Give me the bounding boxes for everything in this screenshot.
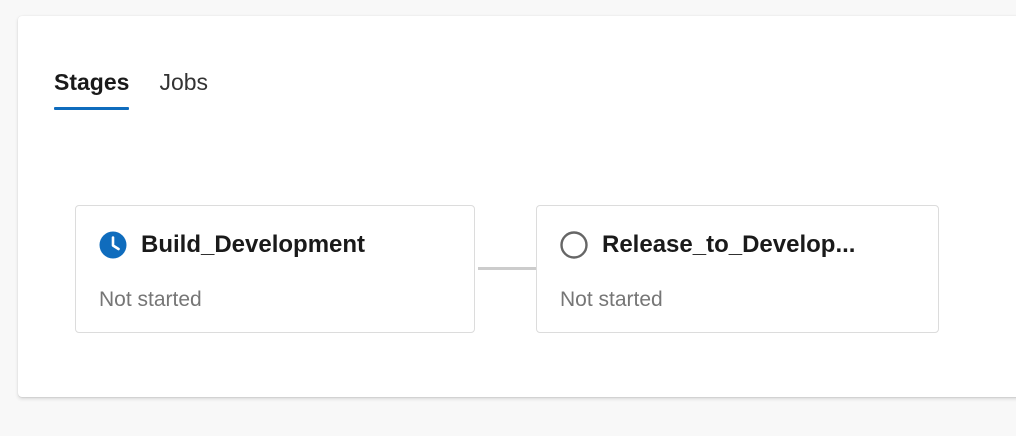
stage-name: Release_to_Develop... — [602, 231, 856, 258]
stage-connector — [478, 267, 536, 270]
tab-bar: Stages Jobs — [54, 68, 208, 110]
stage-status: Not started — [99, 288, 202, 311]
pipeline-panel: Stages Jobs Build_Development Not starte… — [18, 16, 1016, 397]
stage-card-release-to-development[interactable]: Release_to_Develop... Not started — [536, 205, 939, 333]
stage-status: Not started — [560, 288, 663, 311]
stage-header: Build_Development — [99, 230, 365, 260]
tab-jobs[interactable]: Jobs — [159, 68, 208, 110]
clock-icon — [99, 231, 127, 259]
stage-name: Build_Development — [141, 231, 366, 258]
circle-outline-icon — [560, 231, 588, 259]
stage-header: Release_to_Develop... — [560, 230, 855, 260]
stage-card-build-development[interactable]: Build_Development Not started — [75, 205, 475, 333]
tab-stages[interactable]: Stages — [54, 68, 130, 110]
